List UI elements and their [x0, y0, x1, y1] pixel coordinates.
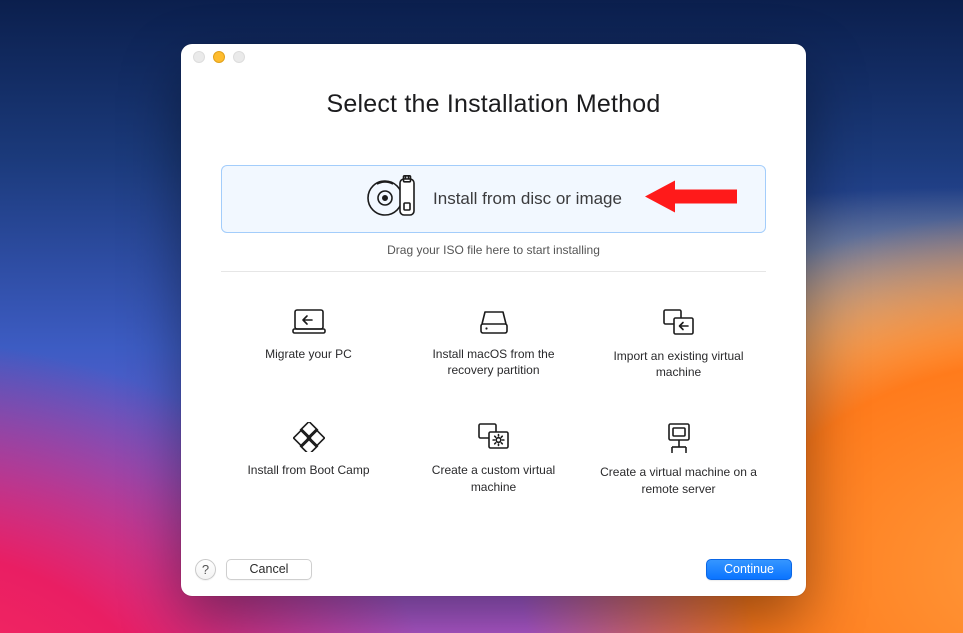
annotation-arrow-icon — [645, 178, 737, 221]
remote-server-icon — [664, 422, 694, 454]
window-close-button[interactable] — [193, 51, 205, 63]
import-vm-icon — [662, 308, 696, 338]
continue-button[interactable]: Continue — [706, 559, 792, 580]
option-boot-camp[interactable]: Install from Boot Camp — [221, 418, 396, 500]
option-remote-server[interactable]: Create a virtual machine on a remote ser… — [591, 418, 766, 500]
option-label: Install from Boot Camp — [247, 462, 369, 478]
hard-drive-icon — [478, 308, 510, 336]
section-divider — [221, 271, 766, 272]
option-custom-vm[interactable]: Create a custom virtual machine — [406, 418, 581, 500]
option-label: Migrate your PC — [265, 346, 352, 362]
custom-vm-icon — [477, 422, 511, 452]
window-titlebar — [181, 44, 806, 70]
cancel-button[interactable]: Cancel — [226, 559, 312, 580]
desktop-background: Select the Installation Method — [0, 0, 963, 633]
boot-camp-icon — [293, 422, 325, 452]
option-import-vm[interactable]: Import an existing virtual machine — [591, 304, 766, 384]
option-label: Create a virtual machine on a remote ser… — [599, 464, 759, 496]
installer-window: Select the Installation Method — [181, 44, 806, 596]
help-button[interactable]: ? — [195, 559, 216, 580]
window-minimize-button[interactable] — [213, 51, 225, 63]
footer-bar: ? Cancel Continue — [181, 552, 806, 596]
disc-usb-icon — [365, 175, 419, 224]
options-grid: Migrate your PC Install macOS from the r… — [221, 304, 766, 501]
window-zoom-button[interactable] — [233, 51, 245, 63]
migrate-pc-icon — [292, 308, 326, 336]
install-from-disc-option[interactable]: Install from disc or image — [221, 165, 766, 233]
option-migrate-pc[interactable]: Migrate your PC — [221, 304, 396, 384]
page-title: Select the Installation Method — [181, 90, 806, 119]
install-from-disc-label: Install from disc or image — [433, 189, 622, 209]
option-label: Install macOS from the recovery partitio… — [414, 346, 574, 378]
option-label: Import an existing virtual machine — [599, 348, 759, 380]
option-recovery-partition[interactable]: Install macOS from the recovery partitio… — [406, 304, 581, 384]
dropzone-hint: Drag your ISO file here to start install… — [221, 243, 766, 257]
content-area: Install from disc or image Drag your ISO… — [181, 119, 806, 552]
option-label: Create a custom virtual machine — [414, 462, 574, 494]
